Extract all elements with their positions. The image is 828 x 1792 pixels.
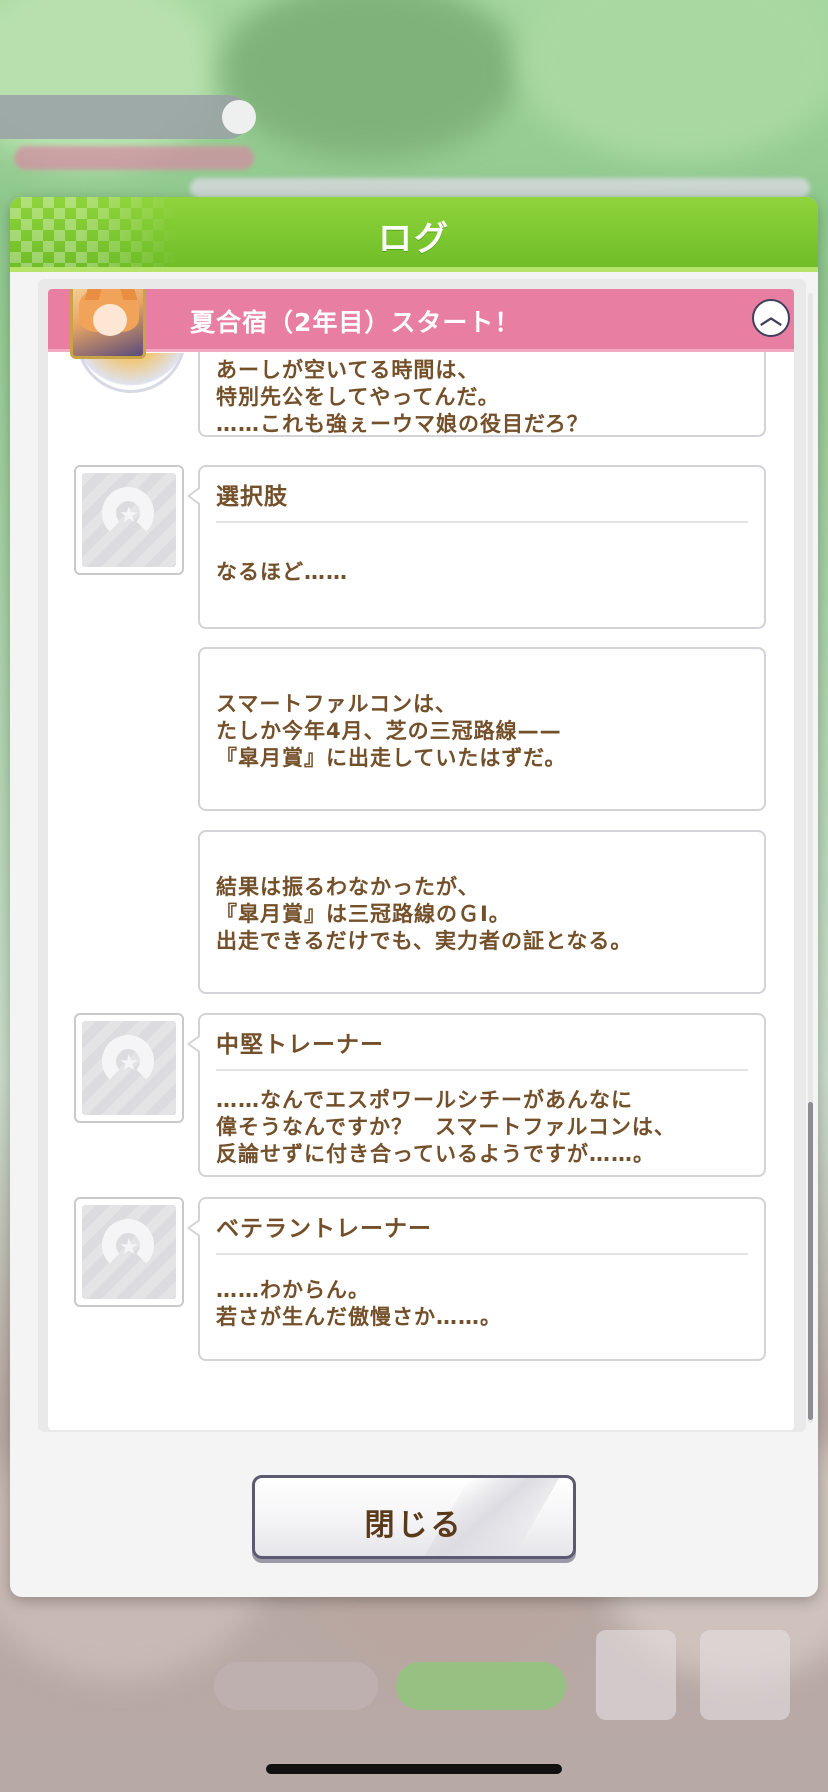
divider bbox=[216, 1069, 748, 1071]
close-button-label: 閉じる bbox=[364, 1508, 464, 1543]
speaker-avatar-placeholder: ★ bbox=[74, 465, 184, 575]
log-entry-bubble: スマートファルコンは、 たしか今年4月、芝の三冠路線—— 『皐月賞』に出走してい… bbox=[198, 647, 766, 811]
section-title: 夏合宿（2年目）スタート！ bbox=[190, 308, 521, 337]
log-entry-text: ……わからん。 若さが生んだ傲慢さか……。 bbox=[216, 1278, 502, 1329]
scrollbar-thumb[interactable] bbox=[808, 1102, 813, 1420]
section-header: 夏合宿（2年目）スタート！ ︿ bbox=[48, 289, 794, 359]
log-dialog: ログ あーしが空いてる時間は、 特別先公をしてやってんだ。 ……これも強ぇーウマ… bbox=[10, 197, 818, 1597]
collapse-button[interactable]: ︿ bbox=[752, 299, 790, 337]
event-character-icon bbox=[70, 289, 146, 359]
speaker-avatar-placeholder: ★ bbox=[74, 1013, 184, 1123]
log-entry-bubble: 中堅トレーナー ……なんでエスポワールシチーがあんなに 偉そうなんですか？ スマ… bbox=[187, 1013, 766, 1177]
star-icon: ★ bbox=[119, 1051, 139, 1076]
speaker-name: 選択肢 bbox=[216, 484, 288, 510]
log-entry-bubble: 結果は振るわなかったが、 『皐月賞』は三冠路線のＧⅠ。 出走できるだけでも、実力… bbox=[198, 830, 766, 994]
log-panel: あーしが空いてる時間は、 特別先公をしてやってんだ。 ……これも強ぇーウマ娘の役… bbox=[38, 279, 806, 1432]
dialog-header: ログ bbox=[10, 197, 818, 272]
divider bbox=[216, 521, 748, 523]
log-entry-bubble: ベテラントレーナー ……わからん。 若さが生んだ傲慢さか……。 bbox=[187, 1197, 766, 1361]
dialog-title: ログ bbox=[378, 219, 450, 259]
chevron-up-icon: ︿ bbox=[759, 305, 782, 330]
log-entry-bubble: 選択肢 なるほど…… bbox=[187, 465, 766, 629]
log-list[interactable]: あーしが空いてる時間は、 特別先公をしてやってんだ。 ……これも強ぇーウマ娘の役… bbox=[48, 289, 794, 1430]
background-info-icon bbox=[222, 100, 256, 134]
close-button[interactable]: 閉じる bbox=[252, 1475, 576, 1559]
star-icon: ★ bbox=[119, 503, 139, 528]
speaker-name: 中堅トレーナー bbox=[216, 1032, 384, 1058]
log-entry-text: 結果は振るわなかったが、 『皐月賞』は三冠路線のＧⅠ。 出走できるだけでも、実力… bbox=[216, 875, 633, 953]
character-avatar bbox=[76, 353, 186, 393]
home-indicator[interactable] bbox=[266, 1764, 562, 1774]
log-entry-text: なるほど…… bbox=[216, 560, 348, 584]
log-entry-text: あーしが空いてる時間は、 特別先公をしてやってんだ。 ……これも強ぇーウマ娘の役… bbox=[216, 358, 589, 436]
divider bbox=[216, 1253, 748, 1255]
background-status-bar bbox=[0, 95, 250, 139]
speaker-name: ベテラントレーナー bbox=[216, 1216, 432, 1242]
log-entry-text: スマートファルコンは、 たしか今年4月、芝の三冠路線—— 『皐月賞』に出走してい… bbox=[216, 692, 567, 770]
speaker-avatar-placeholder: ★ bbox=[74, 1197, 184, 1307]
star-icon: ★ bbox=[119, 1235, 139, 1260]
log-entry-text: ……なんでエスポワールシチーがあんなに 偉そうなんですか？ スマートファルコンは… bbox=[216, 1088, 676, 1166]
